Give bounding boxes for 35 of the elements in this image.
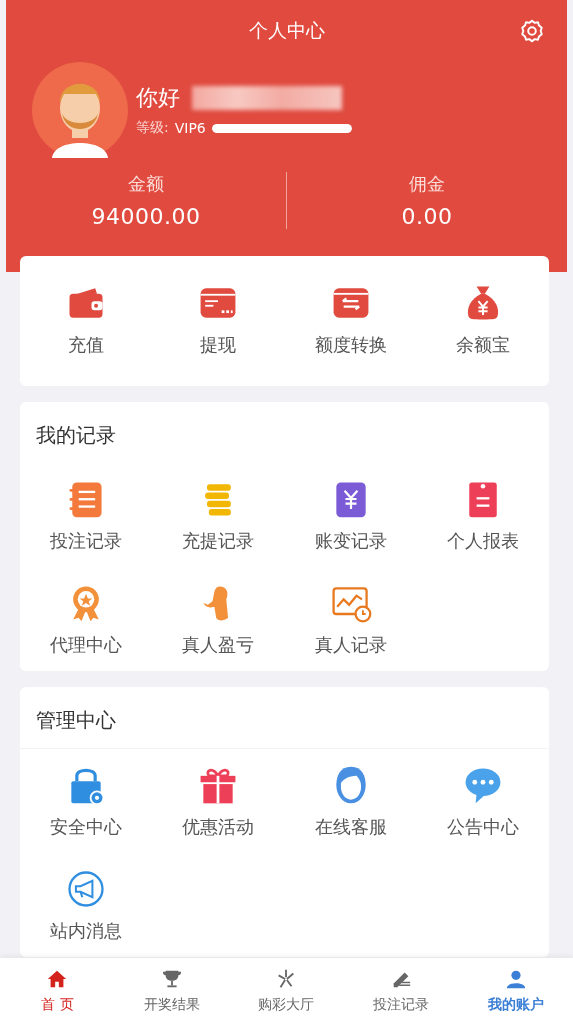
tab[interactable]: 首 页 (0, 958, 115, 1024)
section-title: 我的记录 (35, 422, 117, 449)
balance-label: 佣金 (409, 172, 445, 196)
tab[interactable]: 购彩大厅 (229, 958, 344, 1024)
menu-label[interactable]: 公告中心 (446, 815, 519, 839)
menu-label[interactable]: 个人报表 (446, 529, 519, 553)
menu-label[interactable]: 账变记录 (314, 529, 387, 553)
balance-value: 0.00 (401, 204, 453, 229)
trophy-icon (160, 968, 183, 990)
menu-label[interactable]: 站内消息 (50, 919, 123, 943)
user-icon (504, 968, 527, 990)
action-label[interactable]: 充值 (68, 333, 105, 357)
menu-label[interactable]: 充提记录 (182, 529, 255, 553)
action-label[interactable]: 余额宝 (455, 333, 510, 357)
action-label[interactable]: 提现 (200, 333, 237, 357)
balance-label: 金额 (128, 172, 164, 196)
menu-label[interactable]: 在线客服 (314, 815, 387, 839)
menu-label[interactable]: 真人记录 (314, 633, 387, 657)
settings-icon[interactable] (519, 18, 545, 44)
balance-value: 94000.00 (91, 204, 201, 229)
menu-label[interactable]: 安全中心 (50, 815, 123, 839)
tab[interactable]: 我的账户 (458, 958, 573, 1024)
tab[interactable]: 开奖结果 (114, 958, 230, 1024)
page-title: 个人中心 (248, 18, 325, 43)
menu-label[interactable]: 代理中心 (50, 633, 123, 657)
menu-label[interactable]: 真人盈亏 (182, 633, 255, 657)
action-label[interactable]: 额度转换 (314, 333, 387, 357)
vip-level: VIP6 (174, 120, 206, 136)
menu-label[interactable]: 投注记录 (50, 529, 123, 553)
tab[interactable]: 投注记录 (343, 958, 459, 1024)
home-icon (46, 968, 69, 990)
section-title: 管理中心 (20, 687, 549, 749)
level-label: 等级: (136, 119, 169, 137)
menu-label[interactable]: 优惠活动 (182, 815, 255, 839)
greeting: 你好 (136, 84, 180, 112)
